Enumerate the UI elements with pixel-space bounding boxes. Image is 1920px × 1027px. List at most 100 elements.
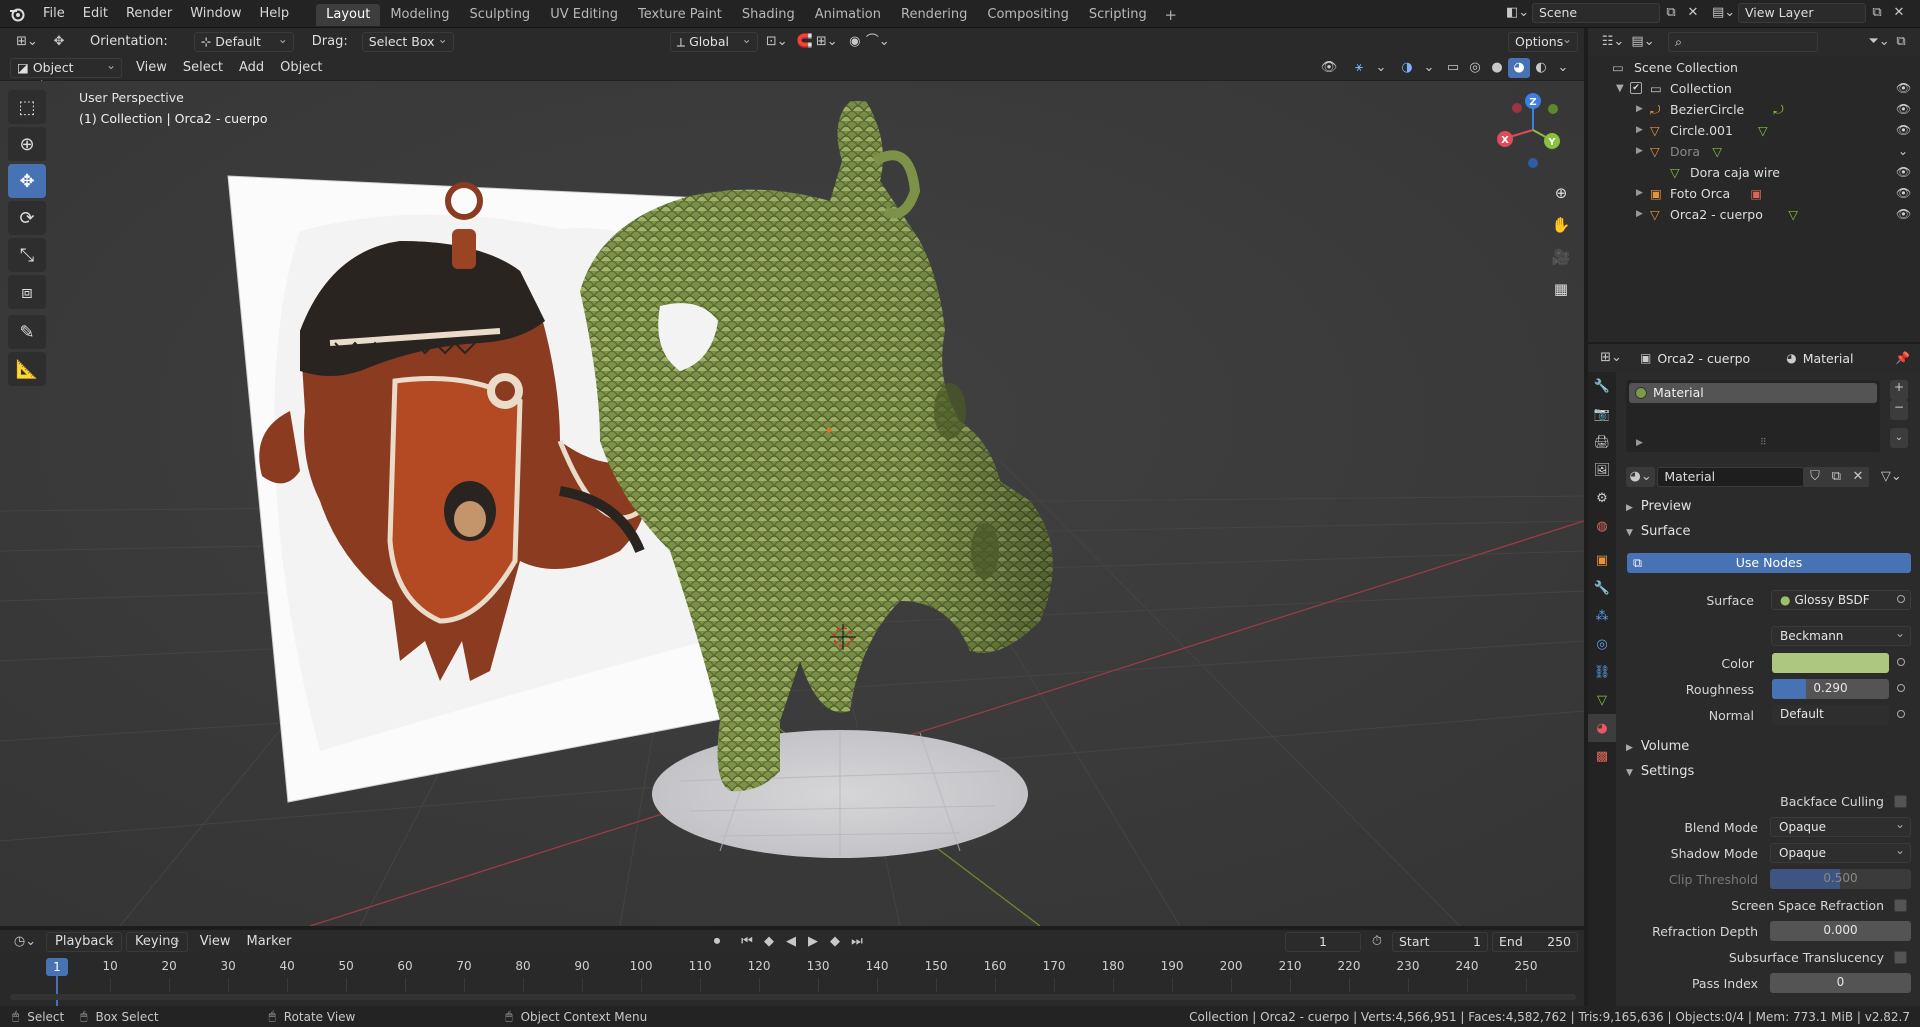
view-layer-remove-icon[interactable]: ✕ bbox=[1888, 3, 1910, 23]
expand-arrow-icon[interactable]: ▶ bbox=[1636, 120, 1643, 141]
preview-panel-header[interactable]: ▶ Preview bbox=[1626, 496, 1692, 518]
remove-slot-button[interactable]: − bbox=[1890, 400, 1908, 420]
new-collection-icon[interactable]: ⧉ bbox=[1890, 32, 1912, 52]
material-slot-list[interactable]: Material ▶ ⠿ bbox=[1626, 380, 1880, 452]
material-name-field[interactable]: Material bbox=[1657, 467, 1805, 487]
view-layer-tab-icon[interactable]: 🖼 bbox=[1588, 456, 1616, 484]
start-frame-field[interactable]: Start 1 bbox=[1392, 932, 1488, 952]
proportional-edit-icon[interactable]: ◉ bbox=[844, 32, 866, 52]
drag-dropdown[interactable]: Select Box bbox=[361, 30, 454, 52]
browse-material-icon[interactable]: ◕⌄ bbox=[1626, 467, 1656, 487]
material-shading-icon[interactable]: ◕ bbox=[1508, 58, 1530, 78]
scene-new-icon[interactable]: ⧉ bbox=[1660, 3, 1682, 23]
play-icon[interactable]: ▶ bbox=[802, 932, 824, 952]
timeline-menu-view[interactable]: View bbox=[192, 929, 239, 955]
3d-viewport[interactable]: Z X Y User Perspective (1) Collection | … bbox=[0, 81, 1584, 926]
proportional-falloff-icon[interactable]: ⌒⌄ bbox=[866, 32, 890, 52]
clip-threshold-slider[interactable]: 0.500 bbox=[1770, 869, 1911, 889]
normal-field[interactable]: Default bbox=[1772, 705, 1889, 725]
expand-arrow-icon[interactable]: ▶ bbox=[1636, 204, 1643, 225]
eye-icon[interactable]: 👁 bbox=[1896, 207, 1911, 221]
pivot-point-icon[interactable]: ⊡⌄ bbox=[766, 32, 788, 52]
transform-tool-icon[interactable]: ⧈ bbox=[8, 275, 46, 309]
tool-tab-icon[interactable]: 🔧 bbox=[1588, 372, 1616, 400]
ortho-grid-icon[interactable]: ▦ bbox=[1547, 275, 1575, 303]
scale-tool-icon[interactable]: ⤡ bbox=[8, 238, 46, 272]
outliner-item-beziercircle[interactable]: ▶ ⤾ BezierCircle ⤾ 👁 bbox=[1588, 99, 1920, 120]
refraction-depth-field[interactable]: 0.000 bbox=[1770, 921, 1911, 941]
slot-specials-button[interactable]: ⌄ bbox=[1890, 428, 1908, 448]
solid-shading-icon[interactable]: ● bbox=[1486, 58, 1508, 78]
outliner-item-foto-orca[interactable]: ▶ ▣ Foto Orca ▣ 👁 bbox=[1588, 183, 1920, 204]
view-layer-new-icon[interactable]: ⧉ bbox=[1866, 3, 1888, 23]
physics-tab-icon[interactable]: ◎ bbox=[1588, 630, 1616, 658]
outliner-search-input[interactable]: ⌕ bbox=[1668, 32, 1818, 52]
editor-type-icon[interactable]: ⊞⌄ bbox=[10, 32, 44, 52]
play-reverse-icon[interactable]: ◀ bbox=[780, 932, 802, 952]
add-workspace-button[interactable]: + bbox=[1161, 6, 1181, 26]
roughness-slider[interactable]: 0.290 bbox=[1772, 679, 1889, 699]
tab-animation[interactable]: Animation bbox=[805, 4, 891, 26]
timeline-menu-playback[interactable]: Playback bbox=[46, 930, 123, 952]
jump-end-icon[interactable]: ⏭ bbox=[846, 932, 868, 952]
current-frame-field[interactable]: 1 bbox=[1285, 932, 1361, 952]
select-box-tool-icon[interactable]: ⬚ bbox=[8, 90, 46, 124]
outliner-item-dora-caja-wire[interactable]: ▽ Dora caja wire 👁 bbox=[1588, 162, 1920, 183]
pass-index-field[interactable]: 0 bbox=[1770, 973, 1911, 993]
eye-icon[interactable]: 👁 bbox=[1896, 165, 1911, 179]
expand-arrow-icon[interactable]: ▶ bbox=[1636, 141, 1643, 162]
timeline-scrollbar[interactable] bbox=[10, 994, 1576, 1000]
zoom-icon[interactable]: ⊕ bbox=[1547, 179, 1575, 207]
scene-collection-row[interactable]: ▭ Scene Collection bbox=[1588, 57, 1920, 78]
options-dropdown[interactable]: Options bbox=[1508, 30, 1578, 52]
world-tab-icon[interactable]: ◍ bbox=[1588, 512, 1616, 540]
outliner-editor-icon[interactable]: ☷⌄ bbox=[1598, 32, 1628, 52]
roughness-link-icon[interactable] bbox=[1897, 684, 1905, 692]
object-tab-icon[interactable]: ▣ bbox=[1588, 546, 1616, 574]
subsurface-checkbox[interactable] bbox=[1894, 951, 1907, 964]
view-layer-browse-icon[interactable]: ▤⌄ bbox=[1712, 3, 1735, 23]
filter-icon[interactable]: ⏷⌄ bbox=[1868, 32, 1890, 52]
measure-tool-icon[interactable]: 📐 bbox=[8, 352, 46, 386]
viewport-menu-select[interactable]: Select bbox=[175, 55, 231, 81]
annotate-tool-icon[interactable]: ✎ bbox=[8, 315, 46, 349]
collection-checkbox[interactable]: ✔ bbox=[1630, 82, 1642, 94]
tab-modeling[interactable]: Modeling bbox=[380, 4, 459, 26]
timeline-menu-keying[interactable]: Keying bbox=[126, 930, 188, 952]
collection-row[interactable]: ▼ ✔ ▭ Collection 👁 bbox=[1588, 78, 1920, 99]
normal-link-icon[interactable] bbox=[1897, 710, 1905, 718]
properties-editor-icon[interactable]: ⊞⌄ bbox=[1596, 348, 1626, 368]
menu-file[interactable]: File bbox=[34, 0, 74, 28]
stopwatch-icon[interactable]: ⏱ bbox=[1366, 932, 1388, 952]
snap-target-icon[interactable]: ⊞⌄ bbox=[816, 32, 838, 52]
outliner-item-dora[interactable]: ▶ ▽ Dora ▽ ⌄ bbox=[1588, 141, 1920, 162]
output-tab-icon[interactable]: 🖨 bbox=[1588, 428, 1616, 456]
gizmo-toggle-icon[interactable]: ⚹ bbox=[1348, 58, 1370, 78]
viewport-menu-view[interactable]: View bbox=[128, 55, 175, 81]
surface-panel-header[interactable]: ▼ Surface bbox=[1626, 521, 1690, 543]
overlays-dropdown-icon[interactable]: ⌄ bbox=[1418, 58, 1440, 78]
jump-start-icon[interactable]: ⏮ bbox=[736, 932, 758, 952]
tab-layout[interactable]: Layout bbox=[316, 4, 381, 26]
fake-user-icon[interactable]: ⛉ bbox=[1804, 467, 1826, 487]
cursor-tool-icon[interactable]: ⊕ bbox=[8, 127, 46, 161]
color-swatch[interactable] bbox=[1772, 653, 1889, 673]
data-tab-icon[interactable]: ▽ bbox=[1588, 686, 1616, 714]
record-icon[interactable]: ⏺ bbox=[706, 932, 728, 952]
duplicate-material-icon[interactable]: ⧉ bbox=[1825, 467, 1848, 487]
eye-icon[interactable]: 👁 bbox=[1896, 123, 1911, 137]
blend-mode-dropdown[interactable]: Opaque bbox=[1770, 815, 1911, 837]
tab-scripting[interactable]: Scripting bbox=[1079, 4, 1157, 26]
blender-logo-icon[interactable] bbox=[0, 0, 34, 28]
menu-edit[interactable]: Edit bbox=[74, 0, 117, 28]
backface-culling-checkbox[interactable] bbox=[1894, 795, 1907, 808]
particles-tab-icon[interactable]: ⁂ bbox=[1588, 602, 1616, 630]
view-layer-name-field[interactable]: View Layer bbox=[1738, 3, 1866, 23]
scene-name-field[interactable]: Scene bbox=[1532, 3, 1660, 23]
xray-icon[interactable]: ▭ bbox=[1442, 58, 1464, 78]
material-tab-icon[interactable]: ◕ bbox=[1588, 714, 1616, 742]
link-type-icon[interactable]: ▽⌄ bbox=[1877, 467, 1906, 487]
shadow-mode-dropdown[interactable]: Opaque bbox=[1770, 841, 1911, 863]
distribution-dropdown[interactable]: Beckmann bbox=[1771, 624, 1911, 646]
visibility-icon[interactable]: 👁⌄ bbox=[1318, 58, 1340, 95]
